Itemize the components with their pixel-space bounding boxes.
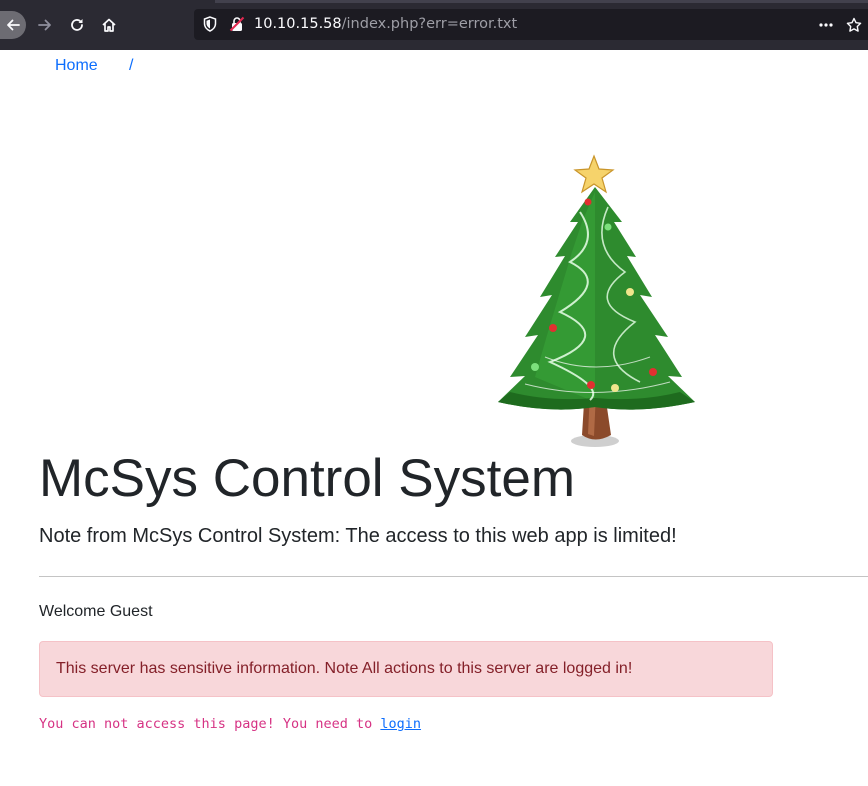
forward-icon <box>38 19 51 31</box>
url-path: /index.php?err=error.txt <box>341 16 518 32</box>
bookmark-icon[interactable] <box>846 17 862 33</box>
browser-toolbar: 10.10.15.58/index.php?err=error.txt <box>0 0 868 50</box>
access-message-text: You can not access this page! You need t… <box>39 716 381 732</box>
welcome-text: Welcome Guest <box>39 603 153 620</box>
access-note: Note from McSys Control System: The acce… <box>39 525 677 547</box>
forward-button[interactable] <box>31 11 59 39</box>
home-button[interactable] <box>95 11 123 39</box>
back-icon <box>7 19 20 31</box>
christmas-tree-image <box>498 154 695 447</box>
shield-icon[interactable] <box>203 16 217 32</box>
address-bar[interactable]: 10.10.15.58/index.php?err=error.txt <box>194 9 868 40</box>
url-host: 10.10.15.58 <box>254 16 342 32</box>
reload-button[interactable] <box>63 11 91 39</box>
alert-text: This server has sensitive information. N… <box>56 660 633 677</box>
more-icon[interactable] <box>818 17 834 33</box>
url-text[interactable]: 10.10.15.58/index.php?err=error.txt <box>254 16 517 32</box>
breadcrumb-home-link[interactable]: Home <box>55 57 98 74</box>
home-icon <box>102 18 116 32</box>
reload-icon <box>71 19 83 31</box>
breadcrumb: Home / <box>55 57 133 75</box>
page-title: McSys Control System <box>39 449 576 508</box>
back-button[interactable] <box>0 11 26 39</box>
divider <box>39 576 868 577</box>
breadcrumb-separator[interactable]: / <box>129 57 133 75</box>
login-link[interactable]: login <box>380 716 421 732</box>
insecure-lock-icon[interactable] <box>229 16 245 32</box>
access-message: You can not access this page! You need t… <box>39 716 421 732</box>
warning-alert: This server has sensitive information. N… <box>39 641 773 697</box>
tab-strip-edge <box>215 0 868 3</box>
